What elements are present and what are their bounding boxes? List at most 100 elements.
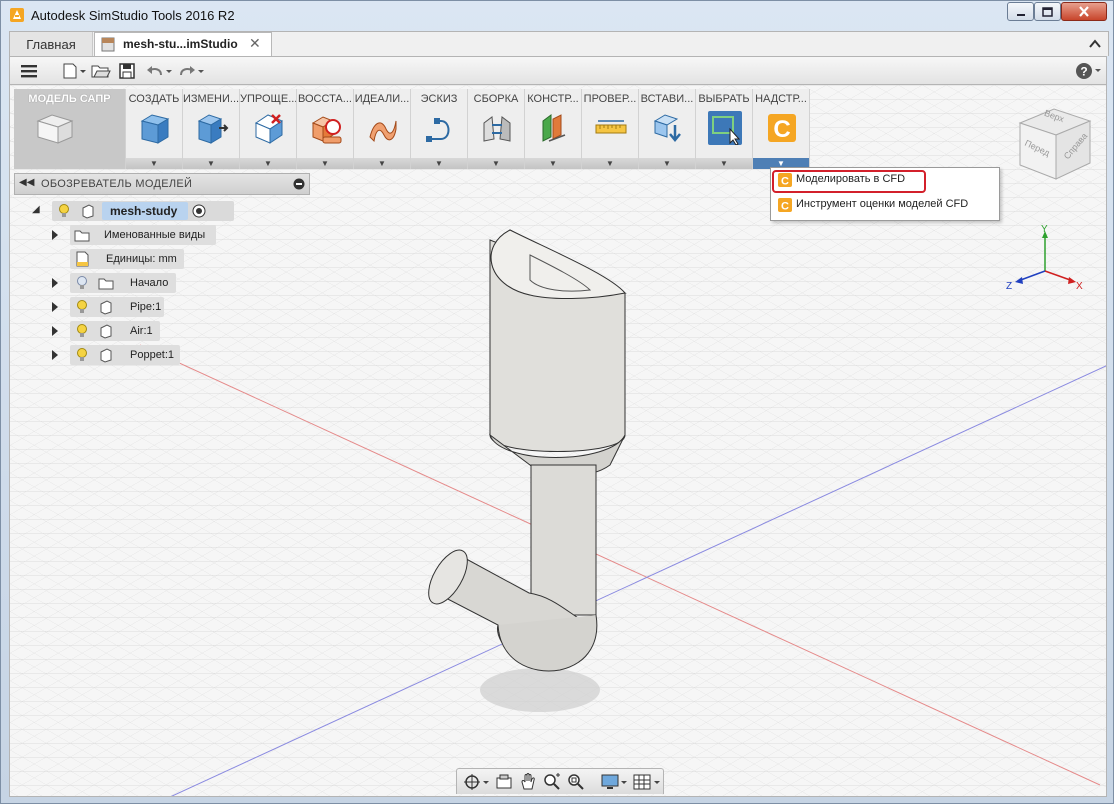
expand-toggle-icon[interactable]: ◢	[32, 204, 40, 215]
chevron-up-icon[interactable]	[1086, 35, 1104, 53]
units-document-icon	[76, 251, 89, 267]
svg-text:C: C	[781, 201, 789, 213]
display-settings-icon[interactable]	[601, 773, 627, 791]
tree-root-row[interactable]: ◢ mesh-study	[30, 201, 234, 221]
lightbulb-icon[interactable]	[58, 204, 70, 218]
ribbon-group-modify[interactable]: ИЗМЕНИ... ▼	[183, 89, 240, 169]
tree-item-units[interactable]: Единицы: mm	[50, 249, 220, 269]
simplify-icon	[254, 114, 284, 144]
undo-button[interactable]	[144, 60, 176, 82]
ribbon-group-insert[interactable]: ВСТАВИ... ▼	[639, 89, 696, 169]
ribbon-dropdown-arrow[interactable]: ▼	[411, 158, 467, 169]
ribbon-dropdown-arrow[interactable]: ▼	[354, 158, 410, 169]
view-cube[interactable]: Верх Перед Справа	[1010, 103, 1094, 187]
minimize-panel-icon[interactable]	[293, 178, 305, 190]
lightbulb-icon[interactable]	[76, 324, 88, 338]
expand-toggle-icon[interactable]	[52, 302, 58, 312]
ribbon-dropdown-arrow[interactable]: ▼	[639, 158, 695, 169]
lightbulb-icon[interactable]	[76, 300, 88, 314]
tree-item-label: Air:1	[130, 325, 153, 337]
close-icon	[1079, 6, 1089, 17]
ribbon-dropdown-arrow[interactable]: ▼	[183, 158, 239, 169]
menu-item-cfd-model-assessment[interactable]: C Инструмент оценки моделей CFD	[772, 194, 996, 216]
activate-radio-icon[interactable]	[192, 204, 206, 218]
tree-item-named-views[interactable]: Именованные виды	[50, 225, 220, 245]
ribbon-dropdown-arrow[interactable]: ▼	[696, 158, 752, 169]
tab-document[interactable]: mesh-stu...imStudio ✕	[94, 32, 272, 56]
ribbon-group-create[interactable]: СОЗДАТЬ ▼	[126, 89, 183, 169]
ribbon-dropdown-arrow[interactable]: ▼	[582, 158, 638, 169]
tab-close-icon[interactable]: ✕	[249, 35, 261, 52]
ribbon-dropdown-arrow[interactable]: ▼	[525, 158, 581, 169]
ribbon-label: ЭСКИЗ	[420, 93, 458, 105]
modify-icon	[197, 114, 229, 144]
ribbon-group-construct[interactable]: КОНСТР... ▼	[525, 89, 582, 169]
ribbon-dropdown-arrow[interactable]: ▼	[126, 158, 182, 169]
tree-item-pipe[interactable]: Pipe:1	[50, 297, 220, 317]
close-window-button[interactable]	[1061, 2, 1107, 21]
zoom-window-icon[interactable]	[567, 773, 585, 791]
ribbon-label: ВЫБРАТЬ	[698, 93, 750, 105]
select-icon	[708, 111, 742, 145]
title-bar: Autodesk SimStudio Tools 2016 R2	[1, 1, 1113, 29]
ribbon-dropdown-arrow[interactable]: ▼	[297, 158, 353, 169]
tree-item-poppet[interactable]: Poppet:1	[50, 345, 220, 365]
model-browser-header[interactable]: ◀◀ ОБОЗРЕВАТЕЛЬ МОДЕЛЕЙ	[14, 173, 310, 195]
cfd-icon: C	[778, 198, 792, 212]
svg-text:C: C	[773, 116, 790, 143]
cad-model-icon	[36, 114, 74, 144]
ribbon-dropdown-arrow[interactable]: ▼	[468, 158, 524, 169]
menu-item-label: Моделировать в CFD	[796, 173, 906, 185]
component-icon	[82, 204, 94, 219]
zoom-icon[interactable]	[543, 773, 561, 791]
window-title: Autodesk SimStudio Tools 2016 R2	[31, 8, 235, 23]
ribbon-group-assembly[interactable]: СБОРКА ▼	[468, 89, 525, 169]
navigation-bar	[456, 768, 664, 794]
ribbon-dropdown-arrow[interactable]	[14, 158, 125, 169]
tree-item-label: Именованные виды	[104, 229, 206, 241]
restore-icon	[311, 116, 342, 144]
tab-home[interactable]: Главная	[10, 32, 93, 56]
expand-toggle-icon[interactable]	[52, 326, 58, 336]
3d-viewport[interactable]: Y X Z Верх Перед Справа МОДЕЛЬ САПР СОЗД…	[9, 85, 1107, 797]
pan-hand-icon[interactable]	[519, 773, 537, 791]
ribbon-group-inspect[interactable]: ПРОВЕР... ▼	[582, 89, 639, 169]
new-file-icon	[63, 63, 86, 79]
lightbulb-icon[interactable]	[76, 276, 88, 290]
save-button[interactable]	[116, 60, 138, 82]
look-at-icon[interactable]	[495, 773, 513, 791]
lightbulb-icon[interactable]	[76, 348, 88, 362]
maximize-button[interactable]	[1034, 2, 1061, 21]
collapse-panel-icon[interactable]: ◀◀	[19, 177, 34, 188]
grid-settings-icon[interactable]	[633, 773, 661, 791]
axis-y-label: Y	[1041, 224, 1048, 235]
ribbon-group-simplify[interactable]: УПРОЩЕ... ▼	[240, 89, 297, 169]
redo-button[interactable]	[176, 60, 208, 82]
ribbon-label: ВСТАВИ...	[640, 93, 694, 105]
open-file-button[interactable]	[90, 60, 112, 82]
ribbon-group-addins[interactable]: НАДСТР... C ▼	[753, 89, 810, 169]
help-button[interactable]: ?	[1074, 60, 1104, 82]
expand-toggle-icon[interactable]	[52, 230, 58, 240]
tree-item-origin[interactable]: Начало	[50, 273, 220, 293]
menu-button[interactable]	[18, 60, 40, 82]
orbit-icon[interactable]	[463, 773, 489, 791]
ribbon-group-cad-model[interactable]: МОДЕЛЬ САПР	[14, 89, 126, 169]
menu-item-simulate-cfd[interactable]: C Моделировать в CFD	[772, 169, 996, 193]
new-file-button[interactable]	[60, 60, 88, 82]
ribbon-group-idealize[interactable]: ИДЕАЛИ... ▼	[354, 89, 411, 169]
ribbon-group-select[interactable]: ВЫБРАТЬ ▼	[696, 89, 753, 169]
axis-x-label: X	[1076, 281, 1083, 292]
folder-icon	[74, 230, 90, 242]
ribbon-group-sketch[interactable]: ЭСКИЗ ▼	[411, 89, 468, 169]
insert-icon	[653, 114, 681, 142]
ribbon-label: ИЗМЕНИ...	[183, 93, 239, 105]
expand-toggle-icon[interactable]	[52, 350, 58, 360]
expand-toggle-icon[interactable]	[52, 278, 58, 288]
tree-item-air[interactable]: Air:1	[50, 321, 220, 341]
ribbon: МОДЕЛЬ САПР СОЗДАТЬ ▼ ИЗМЕНИ... ▼ УПРОЩЕ…	[14, 89, 810, 169]
minimize-button[interactable]	[1007, 2, 1034, 21]
ribbon-dropdown-arrow[interactable]: ▼	[240, 158, 296, 169]
ribbon-group-restore[interactable]: ВОССТА... ▼	[297, 89, 354, 169]
tree-item-label: Единицы: mm	[106, 253, 177, 265]
